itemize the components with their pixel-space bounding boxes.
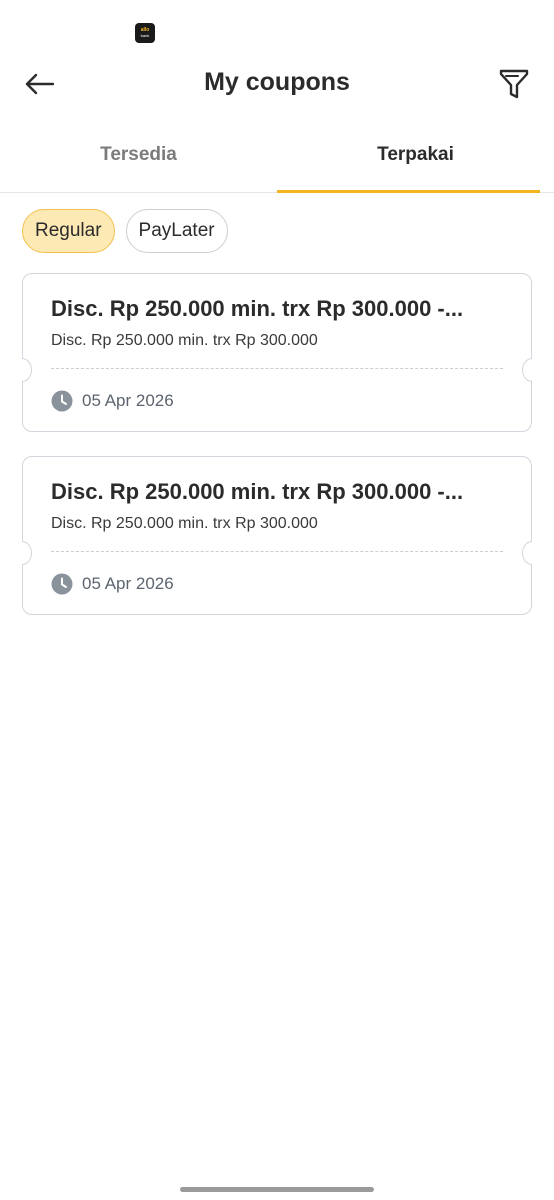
dashed-divider — [51, 368, 503, 369]
tab-terpakai[interactable]: Terpakai — [277, 122, 554, 193]
chip-label: PayLater — [138, 220, 215, 241]
clock-icon — [51, 390, 73, 412]
ticket-notch-left — [22, 358, 32, 382]
coupon-description: Disc. Rp 250.000 min. trx Rp 300.000 — [51, 515, 318, 532]
page-title: My coupons — [204, 68, 350, 96]
tab-tersedia[interactable]: Tersedia — [0, 122, 277, 192]
coupon-title: Disc. Rp 250.000 min. trx Rp 300.000 -..… — [51, 479, 464, 504]
coupon-date: 05 Apr 2026 — [82, 391, 174, 410]
chip-label: Regular — [35, 220, 102, 241]
clock-icon — [51, 573, 73, 595]
coupon-date: 05 Apr 2026 — [82, 574, 174, 593]
ticket-notch-left — [22, 541, 32, 565]
coupon-title: Disc. Rp 250.000 min. trx Rp 300.000 -..… — [51, 296, 464, 321]
coupon-tabs: Tersedia Terpakai — [0, 122, 554, 193]
header: My coupons — [0, 54, 554, 114]
active-tab-indicator — [277, 190, 540, 193]
coupon-description: Disc. Rp 250.000 min. trx Rp 300.000 — [51, 332, 318, 349]
coupon-card[interactable]: Disc. Rp 250.000 min. trx Rp 300.000 -..… — [22, 456, 532, 615]
coupon-card[interactable]: Disc. Rp 250.000 min. trx Rp 300.000 -..… — [22, 273, 532, 432]
chip-regular[interactable]: Regular — [22, 209, 115, 253]
ticket-notch-right — [522, 358, 532, 382]
logo-text-bottom: bank — [140, 33, 150, 38]
status-bar: allo bank — [0, 0, 554, 50]
coupon-type-chips: Regular PayLater — [22, 209, 228, 253]
tab-label: Terpakai — [377, 144, 454, 165]
chip-paylater[interactable]: PayLater — [125, 209, 228, 253]
coupon-date-row: 05 Apr 2026 — [51, 390, 174, 412]
tab-label: Tersedia — [100, 144, 177, 165]
dashed-divider — [51, 551, 503, 552]
coupon-date-row: 05 Apr 2026 — [51, 573, 174, 595]
allo-bank-logo: allo bank — [135, 23, 155, 43]
ticket-notch-right — [522, 541, 532, 565]
filter-button[interactable] — [494, 64, 534, 104]
filter-icon — [499, 69, 529, 99]
home-indicator[interactable] — [180, 1187, 374, 1192]
